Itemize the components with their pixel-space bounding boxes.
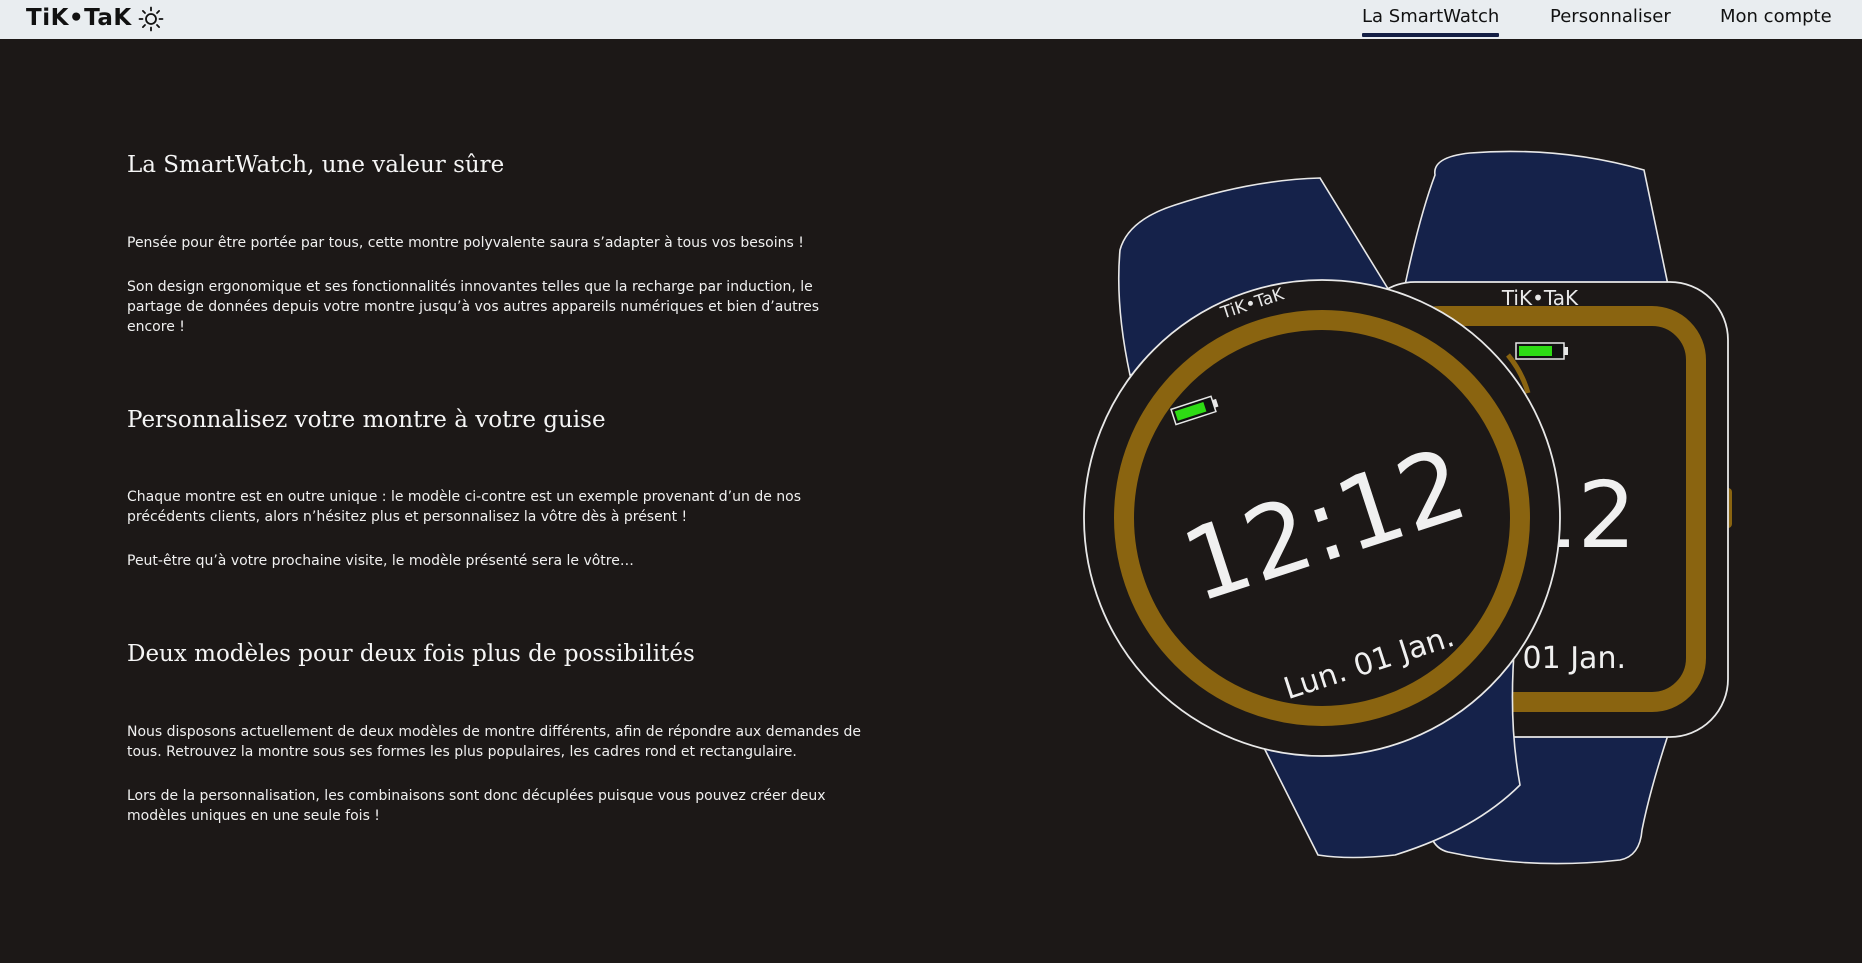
square-watch-date: 01 Jan. [1523, 641, 1627, 676]
section-paragraph: Nous disposons actuellement de deux modè… [127, 724, 862, 760]
section-paragraph: Lors de la personnalisation, les combina… [127, 788, 826, 824]
sun-icon[interactable] [138, 6, 164, 32]
square-watch-brand: TiK•TaK [1501, 286, 1579, 310]
nav-link-smartwatch[interactable]: La SmartWatch [1362, 6, 1500, 37]
section-title-smartwatch: La SmartWatch, une valeur sûre [127, 152, 505, 178]
section-paragraph: Chaque montre est en outre unique : le m… [127, 489, 801, 525]
battery-icon [1515, 342, 1568, 360]
watch-svg: TiK•TaK 12 01 Jan. TiK•TaK 12:12 Lun. 01… [1083, 150, 1732, 865]
section-paragraph: Son design ergonomique et ses fonctionna… [127, 279, 819, 335]
section-paragraph: Peut-être qu’à votre prochaine visite, l… [127, 553, 634, 569]
section-title-deux-modeles: Deux modèles pour deux fois plus de poss… [127, 641, 695, 667]
nav-link-mon-compte[interactable]: Mon compte [1720, 6, 1832, 27]
top-bar: TiK•TaK La SmartWatch Personnaliser Mon … [0, 0, 1862, 39]
watch-illustration: TiK•TaK 12 01 Jan. TiK•TaK 12:12 Lun. 01… [1080, 150, 1740, 870]
section-paragraph: Pensée pour être portée par tous, cette … [127, 235, 804, 251]
square-watch-top-strap [1404, 150, 1669, 286]
section-title-personnalisez: Personnalisez votre montre à votre guise [127, 407, 606, 433]
nav-link-personnaliser[interactable]: Personnaliser [1550, 6, 1671, 27]
logo[interactable]: TiK•TaK [26, 5, 132, 31]
